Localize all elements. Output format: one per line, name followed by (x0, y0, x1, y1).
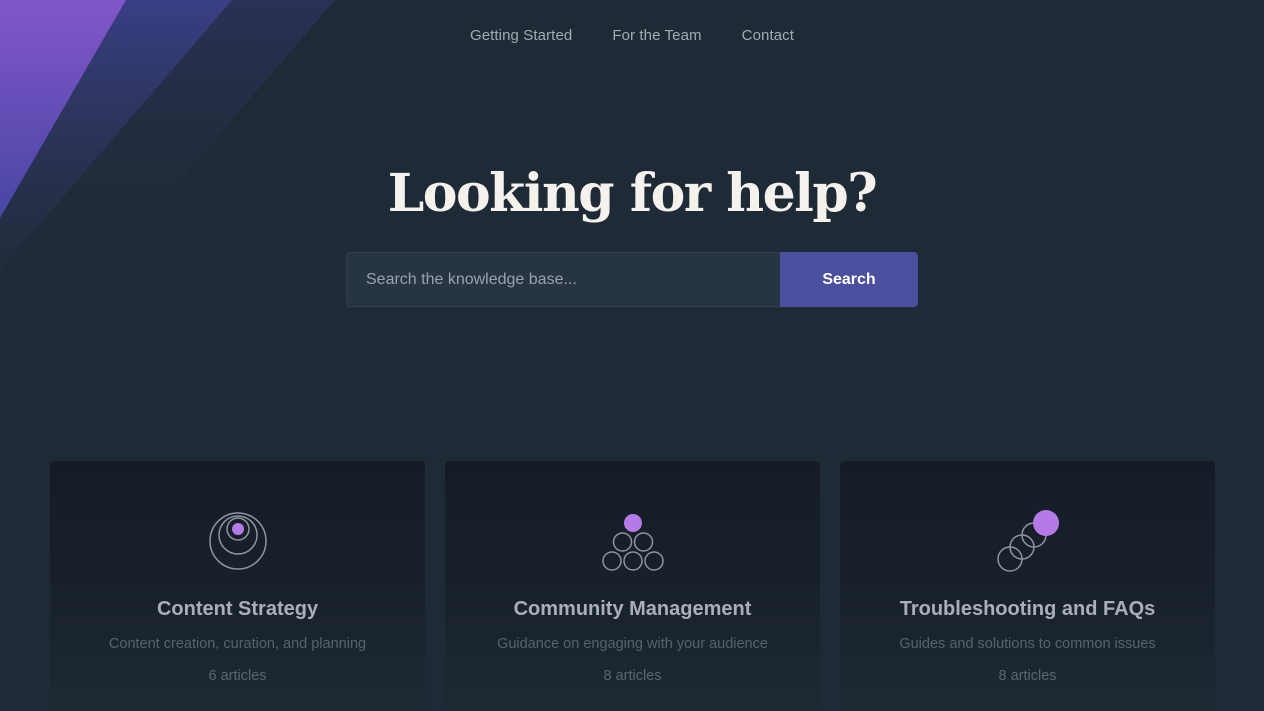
category-title: Community Management (513, 598, 752, 620)
category-card-community-management[interactable]: Community Management Guidance on engagin… (445, 461, 820, 711)
nav-link-getting-started[interactable]: Getting Started (470, 26, 572, 46)
nav-link-contact[interactable]: Contact (742, 26, 794, 46)
category-article-count: 6 articles (208, 668, 267, 684)
decorative-stripes (0, 0, 335, 320)
circle-pyramid-icon (601, 514, 664, 571)
help-center-page: Getting Started For the Team Contact Loo… (0, 0, 1264, 711)
search-button[interactable]: Search (780, 252, 918, 307)
category-article-count: 8 articles (998, 668, 1057, 684)
category-title: Content Strategy (156, 598, 319, 620)
category-article-count: 8 articles (603, 668, 662, 684)
category-description: Guidance on engaging with your audience (497, 636, 768, 652)
nav-link-for-the-team[interactable]: For the Team (612, 26, 701, 46)
top-nav: Getting Started For the Team Contact (0, 26, 1264, 46)
category-list: Content Strategy Content creation, curat… (50, 461, 1215, 711)
page-title: Looking for help? (387, 163, 878, 224)
category-card-content-strategy[interactable]: Content Strategy Content creation, curat… (50, 461, 425, 711)
category-card-troubleshooting-faqs[interactable]: Troubleshooting and FAQs Guides and solu… (840, 461, 1215, 711)
category-description: Guides and solutions to common issues (899, 636, 1156, 652)
stacked-circles-icon (996, 510, 1059, 572)
search-input[interactable] (346, 252, 780, 307)
search-form: Search (346, 252, 918, 307)
category-description: Content creation, curation, and planning (108, 636, 367, 652)
category-title: Troubleshooting and FAQs (899, 598, 1156, 620)
concentric-circles-icon (208, 512, 267, 570)
